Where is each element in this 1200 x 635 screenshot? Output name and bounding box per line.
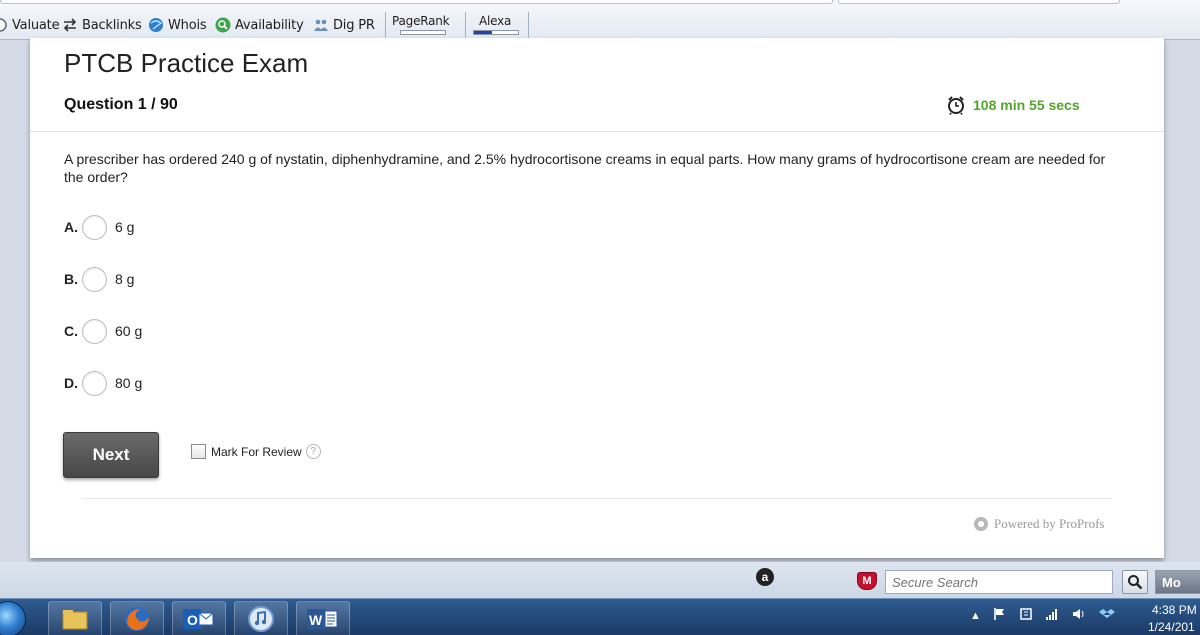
option-letter: C. [64, 323, 78, 339]
search-button[interactable] [1122, 570, 1148, 594]
mark-review-label: Mark For Review [211, 444, 302, 459]
itunes-taskbar-button[interactable] [234, 601, 288, 635]
option-letter: D. [64, 375, 78, 391]
alexa-label: Alexa [479, 14, 512, 28]
swap-arrows-icon [62, 17, 78, 33]
option-text: 8 g [115, 271, 135, 287]
mark-for-review[interactable]: Mark For Review ? [191, 444, 321, 459]
mark-review-checkbox[interactable] [191, 444, 206, 459]
outlook-icon: O [183, 609, 214, 629]
explorer-taskbar-button[interactable] [48, 601, 102, 635]
option-letter: B. [64, 271, 78, 287]
divider [82, 498, 1112, 499]
magnifier-icon [215, 17, 231, 33]
answer-option-a[interactable]: A. 6 g [64, 214, 134, 240]
option-text: 80 g [115, 375, 143, 391]
toolbar-availability[interactable]: Availability [215, 16, 304, 34]
question-counter: Question 1 / 90 [64, 96, 178, 113]
browser-toolbar: Valuate Backlinks Whois Availability Dig… [0, 0, 1200, 40]
more-button[interactable]: Mo [1155, 570, 1200, 594]
option-letter: A. [64, 219, 78, 235]
mcafee-shield-icon[interactable]: M [857, 572, 877, 590]
pagerank-label: PageRank [392, 14, 450, 28]
globe-icon [148, 17, 164, 33]
toolbar-backlinks-label: Backlinks [82, 17, 142, 33]
question-text: A prescriber has ordered 240 g of nystat… [64, 151, 1106, 185]
toolbar-whois-label: Whois [168, 17, 207, 33]
flag-icon[interactable] [993, 607, 1007, 624]
tray-expand-icon[interactable]: ▲ [970, 610, 981, 622]
help-icon[interactable]: ? [305, 444, 321, 459]
toolbar-valuate[interactable]: Valuate [0, 16, 60, 34]
circle-icon [0, 17, 8, 33]
start-orb-icon[interactable] [0, 601, 26, 635]
word-icon: W [307, 609, 338, 629]
toolbar-valuate-label: Valuate [12, 17, 60, 33]
clock-date[interactable]: 1/24/201 [1148, 620, 1195, 634]
toolbar-dig-pr[interactable]: Dig PR [313, 16, 375, 34]
secure-search-input[interactable] [885, 570, 1113, 594]
search-icon [1128, 575, 1143, 590]
divider [30, 131, 1164, 132]
toolbar-pagerank[interactable]: PageRank [392, 12, 450, 30]
music-note-icon [248, 606, 274, 632]
alexa-meter [473, 30, 519, 35]
svg-text:O: O [187, 612, 198, 628]
svg-text:W: W [309, 612, 323, 628]
toolbar-separator [385, 12, 386, 38]
firefox-taskbar-button[interactable] [110, 601, 164, 635]
powered-by-text: Powered by ProProfs [994, 516, 1105, 531]
alexa-meter-fill [474, 31, 492, 34]
option-radio[interactable] [82, 370, 107, 396]
taskbar: O W ▲ 4:38 PM 1/24/201 [0, 598, 1200, 635]
amazon-icon[interactable]: a [756, 568, 774, 586]
network-device-icon[interactable] [1019, 607, 1033, 624]
toolbar-separator [465, 12, 466, 38]
option-text: 6 g [115, 219, 135, 235]
toolbar-alexa[interactable]: Alexa [479, 12, 511, 30]
browser-search-box[interactable] [838, 0, 1120, 4]
pagerank-meter [400, 30, 446, 35]
alarm-clock-icon [948, 96, 964, 115]
powered-by[interactable]: Powered by ProProfs [974, 516, 1105, 532]
toolbar-backlinks[interactable]: Backlinks [62, 16, 142, 34]
page-title: PTCB Practice Exam [64, 48, 309, 78]
system-tray: ▲ [970, 607, 1115, 624]
exam-card: PTCB Practice Exam Question 1 / 90 108 m… [30, 38, 1164, 558]
people-icon [313, 17, 329, 33]
option-radio[interactable] [82, 318, 107, 344]
gear-icon [974, 517, 988, 531]
word-taskbar-button[interactable]: W [296, 601, 350, 635]
clock-time[interactable]: 4:38 PM [1152, 603, 1197, 617]
firefox-icon [125, 607, 149, 631]
timer-text: 108 min 55 secs [973, 97, 1080, 113]
exam-timer: 108 min 55 secs [946, 95, 1080, 115]
dropbox-icon[interactable] [1098, 607, 1115, 624]
folder-icon [62, 610, 88, 630]
toolbar-whois[interactable]: Whois [148, 16, 207, 34]
answer-option-c[interactable]: C. 60 g [64, 318, 142, 344]
option-radio[interactable] [82, 214, 107, 240]
toolbar-dig-pr-label: Dig PR [333, 17, 375, 33]
answer-option-b[interactable]: B. 8 g [64, 266, 134, 292]
option-radio[interactable] [82, 266, 107, 292]
toolbar-availability-label: Availability [235, 17, 304, 33]
outlook-taskbar-button[interactable]: O [172, 601, 226, 635]
signal-bars-icon[interactable] [1045, 607, 1059, 624]
speaker-icon[interactable] [1071, 607, 1087, 624]
address-bar[interactable] [0, 0, 833, 4]
search-toolbar: a M Mo [0, 562, 1200, 598]
option-text: 60 g [115, 323, 143, 339]
toolbar-separator [528, 12, 529, 38]
answer-option-d[interactable]: D. 80 g [64, 370, 142, 396]
next-button[interactable]: Next [63, 432, 159, 478]
